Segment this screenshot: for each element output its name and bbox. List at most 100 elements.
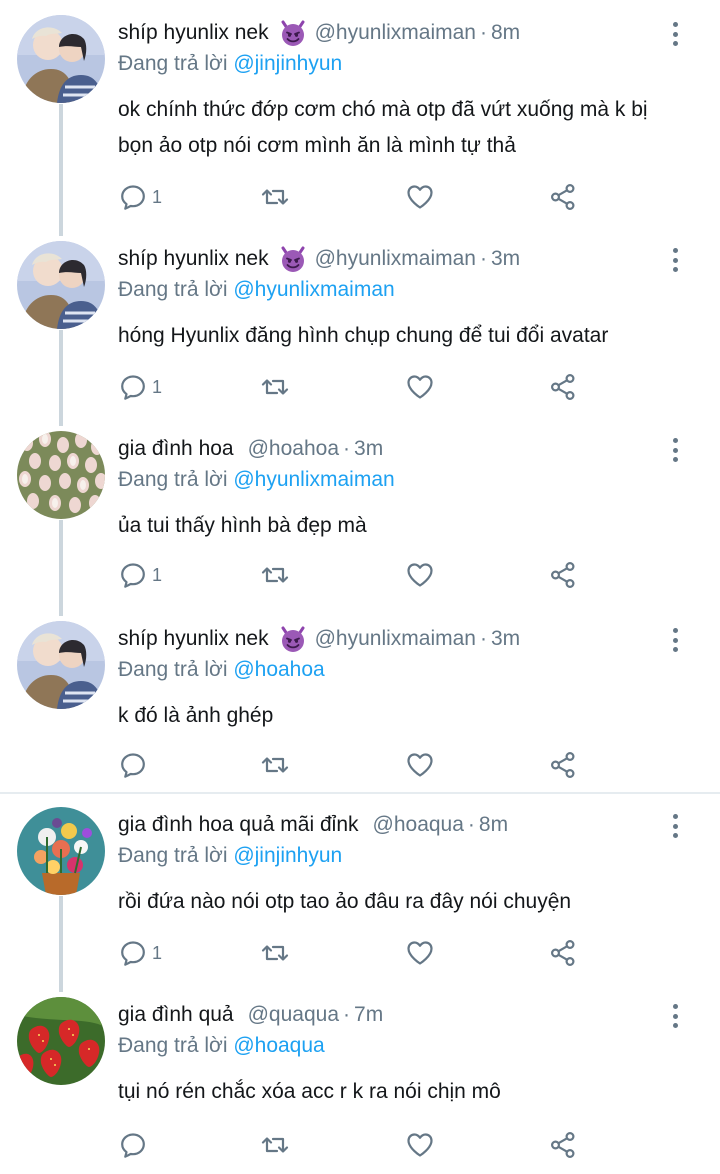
heart-icon: [405, 1130, 435, 1160]
more-options-icon[interactable]: [666, 20, 684, 48]
reply-mention-link[interactable]: @hyunlixmaiman: [233, 468, 394, 491]
tweet[interactable]: gia đình hoa quả mãi đỉnk @hoaqua · 8m Đ…: [0, 796, 720, 992]
reply-count: 1: [152, 942, 163, 963]
more-options-icon[interactable]: [666, 812, 684, 840]
tweet-header: shíp hyunlix nek @hyunlixmaiman · 8m: [118, 18, 520, 48]
reply-button[interactable]: [118, 1128, 152, 1162]
tweet-text: hóng Hyunlix đăng hình chụp chung để tui…: [118, 324, 609, 347]
display-name[interactable]: shíp hyunlix nek: [118, 247, 269, 271]
user-handle[interactable]: @hyunlixmaiman: [315, 21, 476, 45]
avatar[interactable]: [17, 15, 105, 103]
share-icon: [548, 750, 578, 780]
reply-icon: [118, 938, 148, 968]
retweet-icon: [260, 560, 290, 590]
divider: [0, 792, 720, 794]
heart-icon: [405, 938, 435, 968]
retweet-button[interactable]: [260, 748, 290, 782]
retweet-icon: [260, 182, 290, 212]
share-button[interactable]: [548, 370, 578, 404]
timestamp[interactable]: 8m: [479, 813, 508, 837]
like-button[interactable]: [405, 180, 435, 214]
reply-prefix: Đang trả lời: [118, 278, 228, 301]
user-handle[interactable]: @hyunlixmaiman: [315, 627, 476, 651]
reply-mention-link[interactable]: @jinjinhyun: [233, 52, 342, 75]
separator-dot: ·: [467, 813, 475, 836]
like-button[interactable]: [405, 1128, 435, 1162]
avatar[interactable]: [17, 807, 105, 895]
retweet-button[interactable]: [260, 558, 290, 592]
timestamp[interactable]: 8m: [491, 21, 520, 45]
more-options-icon[interactable]: [666, 626, 684, 654]
display-name[interactable]: gia đình hoa: [118, 437, 234, 461]
reply-context: Đang trả lời @hoahoa: [118, 658, 325, 682]
retweet-button[interactable]: [260, 936, 290, 970]
timestamp[interactable]: 3m: [354, 437, 383, 461]
tweet[interactable]: shíp hyunlix nek @hyunlixmaiman · 8m Đan…: [0, 0, 720, 236]
reply-icon: [118, 750, 148, 780]
reply-mention-link[interactable]: @hoaqua: [233, 1034, 324, 1057]
action-bar: [118, 1128, 598, 1162]
display-name[interactable]: shíp hyunlix nek: [118, 21, 269, 45]
share-button[interactable]: [548, 558, 578, 592]
more-options-icon[interactable]: [666, 436, 684, 464]
display-name[interactable]: gia đình hoa quả mãi đỉnk: [118, 813, 359, 837]
timestamp[interactable]: 7m: [354, 1003, 383, 1027]
tweet-header: gia đình hoa quả mãi đỉnk @hoaqua · 8m: [118, 810, 508, 840]
action-bar: 1: [118, 180, 598, 214]
reply-button[interactable]: [118, 748, 152, 782]
reply-context: Đang trả lời @hyunlixmaiman: [118, 278, 395, 302]
user-handle[interactable]: @hoaqua: [373, 813, 464, 837]
tweet[interactable]: shíp hyunlix nek @hyunlixmaiman · 3m Đan…: [0, 606, 720, 792]
share-button[interactable]: [548, 748, 578, 782]
user-handle[interactable]: @hoahoa: [248, 437, 339, 461]
like-button[interactable]: [405, 558, 435, 592]
reply-mention-link[interactable]: @hoahoa: [233, 658, 324, 681]
separator-dot: ·: [343, 1003, 351, 1026]
share-button[interactable]: [548, 180, 578, 214]
share-button[interactable]: [548, 1128, 578, 1162]
thread-line: [59, 520, 63, 616]
reply-prefix: Đang trả lời: [118, 468, 228, 491]
share-icon: [548, 938, 578, 968]
reply-context: Đang trả lời @hoaqua: [118, 1034, 325, 1058]
share-button[interactable]: [548, 936, 578, 970]
like-button[interactable]: [405, 936, 435, 970]
like-button[interactable]: [405, 748, 435, 782]
tweet-header: gia đình hoa @hoahoa · 3m: [118, 434, 383, 464]
avatar[interactable]: [17, 241, 105, 329]
reply-icon: [118, 1130, 148, 1160]
retweet-button[interactable]: [260, 180, 290, 214]
reply-mention-link[interactable]: @hyunlixmaiman: [233, 278, 394, 301]
user-handle[interactable]: @quaqua: [248, 1003, 339, 1027]
reply-context: Đang trả lời @jinjinhyun: [118, 52, 342, 76]
avatar[interactable]: [17, 621, 105, 709]
user-handle[interactable]: @hyunlixmaiman: [315, 247, 476, 271]
reply-button[interactable]: 1: [118, 558, 162, 592]
tweet[interactable]: shíp hyunlix nek @hyunlixmaiman · 3m Đan…: [0, 226, 720, 426]
more-options-icon[interactable]: [666, 1002, 684, 1030]
tweet-header: shíp hyunlix nek @hyunlixmaiman · 3m: [118, 624, 520, 654]
more-options-icon[interactable]: [666, 246, 684, 274]
avatar[interactable]: [17, 997, 105, 1085]
retweet-button[interactable]: [260, 1128, 290, 1162]
timestamp[interactable]: 3m: [491, 627, 520, 651]
reply-button[interactable]: 1: [118, 936, 162, 970]
action-bar: 1: [118, 558, 598, 592]
display-name[interactable]: shíp hyunlix nek: [118, 627, 269, 651]
reply-mention-link[interactable]: @jinjinhyun: [233, 844, 342, 867]
action-bar: 1: [118, 370, 598, 404]
reply-button[interactable]: 1: [118, 180, 162, 214]
tweet-text: ủa tui thấy hình bà đẹp mà: [118, 514, 367, 537]
timestamp[interactable]: 3m: [491, 247, 520, 271]
thread-line: [59, 330, 63, 426]
reply-prefix: Đang trả lời: [118, 844, 228, 867]
retweet-button[interactable]: [260, 370, 290, 404]
tweet[interactable]: gia đình quả @quaqua · 7m Đang trả lời @…: [0, 982, 720, 1174]
tweet[interactable]: gia đình hoa @hoahoa · 3m Đang trả lời @…: [0, 416, 720, 616]
like-button[interactable]: [405, 370, 435, 404]
reply-button[interactable]: 1: [118, 370, 162, 404]
avatar[interactable]: [17, 431, 105, 519]
tweet-header: gia đình quả @quaqua · 7m: [118, 1000, 383, 1030]
tweet-text: tụi nó rén chắc xóa acc r k ra nói chịn …: [118, 1080, 501, 1103]
display-name[interactable]: gia đình quả: [118, 1003, 234, 1027]
